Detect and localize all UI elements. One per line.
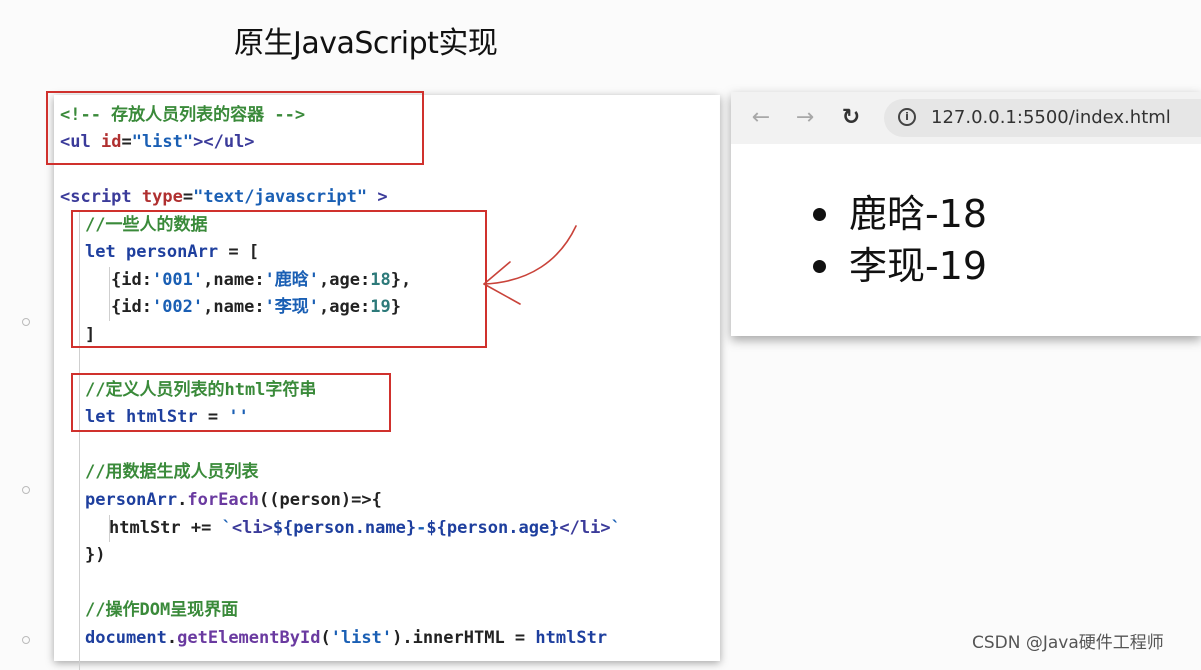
code-token: . bbox=[177, 490, 188, 510]
code-line-20: document.getElementById('list').innerHTM… bbox=[85, 625, 607, 652]
code-token: ${person.age} bbox=[426, 518, 560, 538]
code-token: 'list' bbox=[330, 628, 393, 648]
highlight-box-htmlstr bbox=[71, 373, 391, 432]
decorative-dot bbox=[22, 486, 30, 494]
highlight-box-container bbox=[46, 91, 424, 165]
decorative-dot bbox=[22, 318, 30, 326]
code-token: <script bbox=[60, 187, 132, 207]
code-token: - bbox=[416, 518, 427, 538]
code-line-15: personArr.forEach((person)=>{ bbox=[85, 487, 382, 514]
code-token: += bbox=[180, 518, 222, 538]
code-token: . bbox=[166, 628, 178, 648]
code-token: ` bbox=[221, 518, 232, 538]
reload-icon[interactable]: ↻ bbox=[838, 105, 864, 131]
code-line-4: <script type="text/javascript" > bbox=[60, 184, 388, 211]
list-item: 鹿晗-18 bbox=[731, 188, 987, 240]
code-token: type bbox=[141, 187, 183, 207]
code-token: ${person.name} bbox=[272, 518, 417, 538]
bullet-icon bbox=[813, 260, 826, 273]
code-token: personArr bbox=[85, 490, 178, 510]
code-line-17: }) bbox=[85, 542, 105, 569]
annotation-arrow-icon bbox=[483, 225, 577, 305]
code-token: htmlStr bbox=[109, 518, 181, 538]
slide-title: 原生JavaScript实现 bbox=[234, 26, 498, 61]
code-token: ).innerHTML = bbox=[392, 628, 536, 648]
code-token: ((person)=>{ bbox=[259, 490, 382, 510]
code-token: </li> bbox=[559, 518, 611, 538]
code-token: forEach bbox=[187, 490, 260, 510]
code-line-14: //用数据生成人员列表 bbox=[85, 459, 258, 486]
list-item-text: 鹿晗-18 bbox=[849, 192, 988, 236]
code-token: <li> bbox=[231, 518, 273, 538]
code-token: "text/javascript" bbox=[193, 187, 368, 207]
code-token: //用数据生成人员列表 bbox=[85, 462, 259, 482]
list-item: 李现-19 bbox=[731, 240, 987, 292]
highlight-box-data bbox=[71, 210, 487, 348]
address-bar[interactable]: i 127.0.0.1:5500/index.html bbox=[884, 99, 1201, 137]
watermark: CSDN @Java硬件工程师 bbox=[972, 633, 1164, 653]
decorative-dot bbox=[22, 636, 30, 644]
url-text[interactable]: 127.0.0.1:5500/index.html bbox=[931, 99, 1171, 137]
code-line-19: //操作DOM呈现界面 bbox=[85, 597, 238, 624]
code-token: //操作DOM呈现界面 bbox=[85, 600, 239, 620]
forward-arrow-icon[interactable]: → bbox=[792, 105, 818, 131]
browser-toolbar: ← → ↻ i 127.0.0.1:5500/index.html bbox=[731, 92, 1201, 144]
code-token: htmlStr bbox=[535, 628, 608, 648]
code-line-16: htmlStr += `<li>${person.name}-${person.… bbox=[109, 515, 621, 542]
code-token: document bbox=[85, 628, 167, 648]
code-token: > bbox=[367, 187, 388, 207]
code-token: = bbox=[182, 187, 194, 207]
list-item-text: 李现-19 bbox=[849, 244, 988, 288]
info-icon[interactable]: i bbox=[898, 108, 916, 126]
browser-window: ← → ↻ i 127.0.0.1:5500/index.html 鹿晗-18 … bbox=[731, 92, 1201, 336]
code-token: getElementById bbox=[177, 628, 321, 648]
back-arrow-icon[interactable]: ← bbox=[748, 105, 774, 131]
code-token: ( bbox=[320, 628, 331, 648]
person-list: 鹿晗-18 李现-19 bbox=[731, 188, 987, 292]
code-token: }) bbox=[85, 545, 106, 565]
bullet-icon bbox=[813, 208, 826, 221]
code-token: ` bbox=[610, 518, 621, 538]
